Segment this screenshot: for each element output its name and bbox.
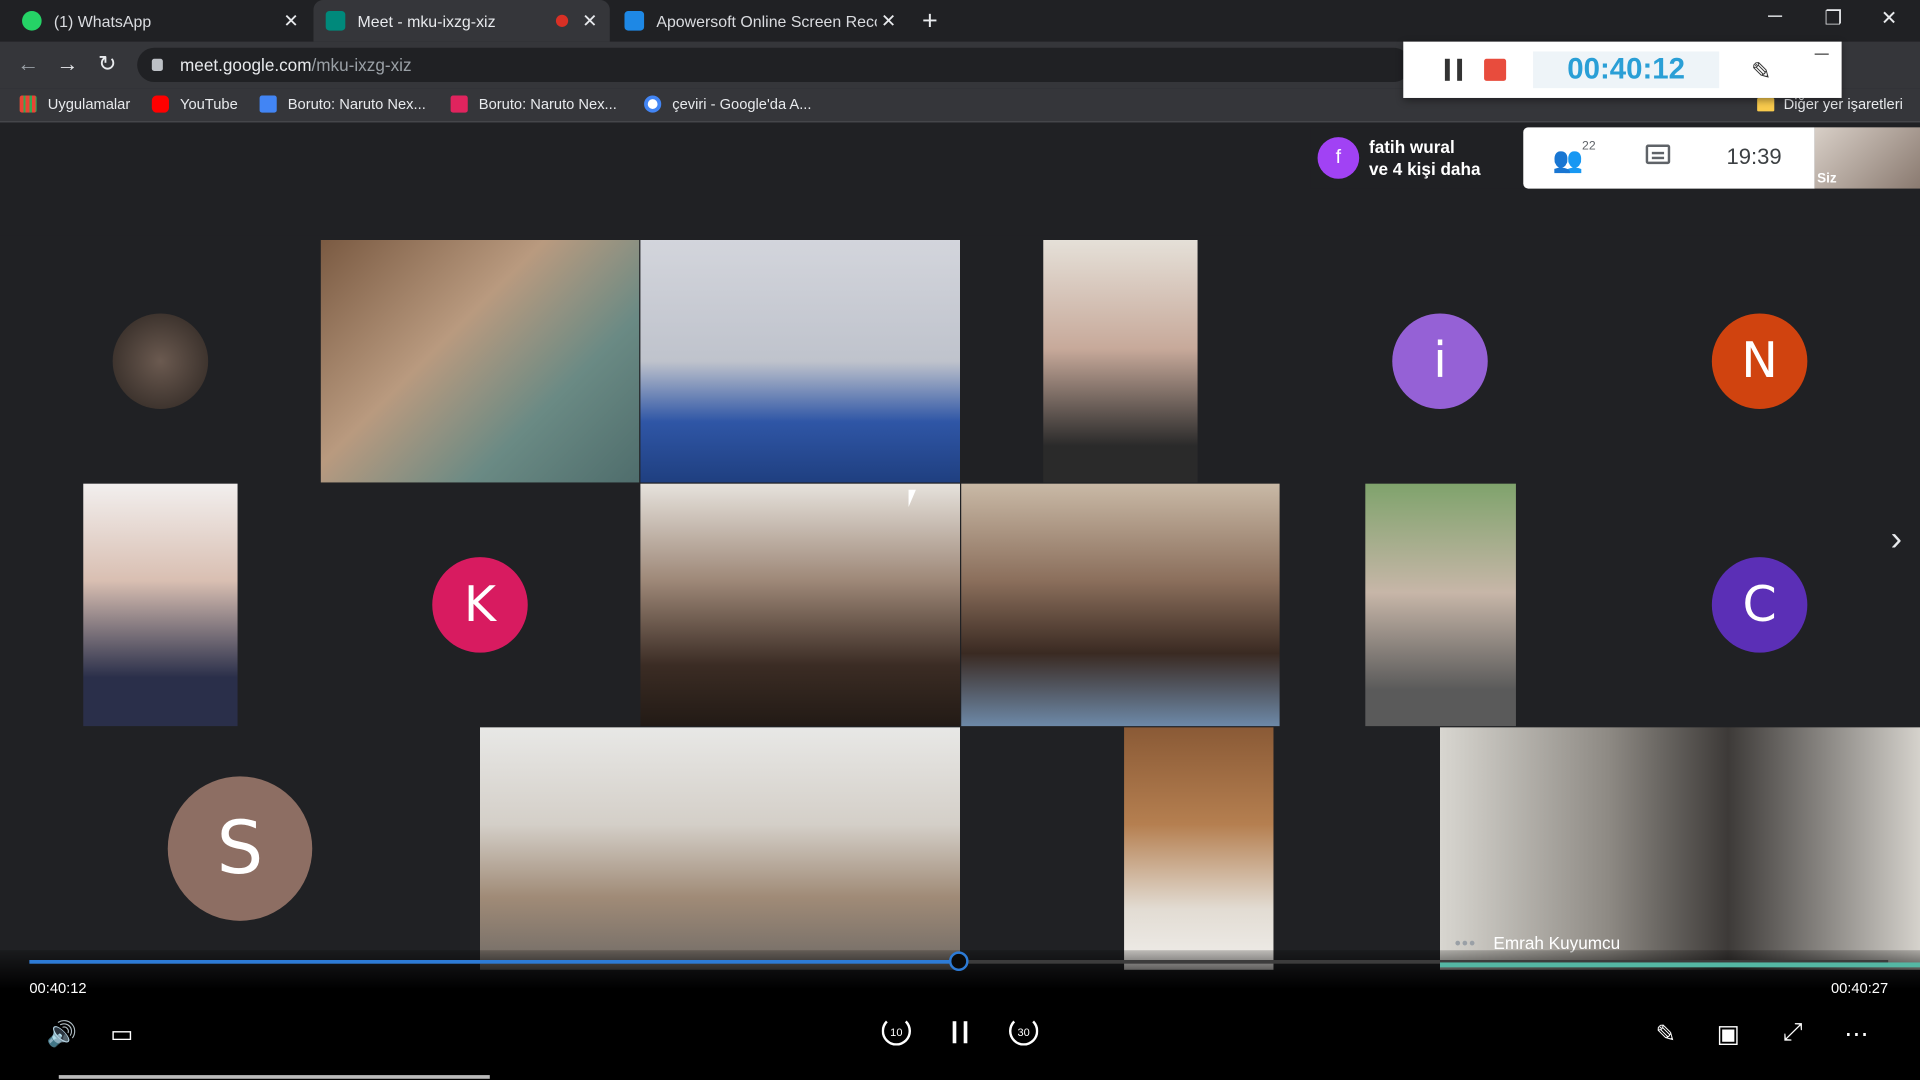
current-time: 00:40:12 <box>29 979 87 997</box>
video-player-controls: 00:40:12 00:40:27 🔊 ▭ 10 30 ✎ ▣ ⤢ ⋯ <box>0 950 1920 1080</box>
more-icon[interactable]: ⋯ <box>1844 1019 1868 1050</box>
fullscreen-icon[interactable]: ⤢ <box>1783 1019 1803 1047</box>
participant-video <box>1365 483 1516 727</box>
other-bookmarks-label: Diğer yer işaretleri <box>1783 95 1903 113</box>
presenter-info: f fatih wural ve 4 kişi daha <box>1310 127 1524 189</box>
google-icon <box>644 95 662 113</box>
meet-top-bar: f fatih wural ve 4 kişi daha 👥 22 19:39 … <box>0 122 1920 236</box>
participant-video <box>1124 727 1274 970</box>
whatsapp-icon <box>22 11 42 31</box>
participant-avatar-n: N <box>1711 313 1808 409</box>
participant-avatar-k: K <box>432 557 528 653</box>
tab-title: (1) WhatsApp <box>53 11 152 31</box>
stop-icon[interactable] <box>1484 58 1507 81</box>
screen-recorder-panel: 00:40:12 ✎ ─ <box>1403 41 1842 98</box>
new-tab-icon[interactable]: + <box>922 5 938 37</box>
tab-whatsapp[interactable]: (1) WhatsApp ✕ <box>10 0 311 42</box>
pause-icon[interactable] <box>1444 58 1463 81</box>
browser-tabstrip: (1) WhatsApp ✕ Meet - mku-ixzg-xiz ✕ Apo… <box>0 0 1920 42</box>
bookmark-label: YouTube <box>180 95 238 113</box>
presenter-more: ve 4 kişi daha <box>1368 159 1481 179</box>
close-icon[interactable]: ✕ <box>881 10 896 32</box>
participant-video <box>1043 240 1198 483</box>
participant-avatar-c: C <box>1711 557 1808 653</box>
restore-icon[interactable]: ❐ <box>1824 6 1842 30</box>
rewind-icon[interactable]: 10 <box>881 1016 912 1046</box>
bookmark-boruto-2[interactable]: Boruto: Naruto Nex... <box>450 95 617 113</box>
meet-icon <box>325 11 346 31</box>
bookmark-apps[interactable]: Uygulamalar <box>19 95 131 113</box>
meeting-clock: 19:39 <box>1726 144 1782 169</box>
bookmark-ceviri[interactable]: çeviri - Google'da A... <box>644 95 812 113</box>
forward-icon[interactable]: 30 <box>1008 1016 1039 1046</box>
close-icon[interactable]: ✕ <box>582 10 597 32</box>
screen-frame: (1) WhatsApp ✕ Meet - mku-ixzg-xiz ✕ Apo… <box>0 0 1920 1080</box>
back-icon[interactable]: ← <box>17 51 39 77</box>
lock-icon <box>151 58 163 72</box>
folder-icon <box>1756 97 1774 111</box>
bookmark-label: Boruto: Naruto Nex... <box>478 95 617 113</box>
forward-seconds: 30 <box>1017 1026 1030 1039</box>
participant-video <box>640 483 961 727</box>
bookmark-youtube[interactable]: YouTube <box>151 95 238 113</box>
participant-avatar-i: i <box>1392 313 1488 409</box>
miniplayer-icon[interactable]: ▣ <box>1717 1019 1740 1050</box>
participant-video <box>480 727 961 970</box>
apps-grid-icon <box>19 95 37 113</box>
volume-icon[interactable]: 🔊 <box>47 1019 77 1050</box>
recording-icon <box>555 14 569 27</box>
apowersoft-icon <box>624 11 645 31</box>
video-grid: i N K C › S <box>0 235 1920 970</box>
presenter-avatar: f <box>1317 137 1360 179</box>
participants-count: 22 <box>1582 139 1596 154</box>
tab-apowersoft[interactable]: Apowersoft Online Screen Recor ✕ <box>612 0 908 42</box>
participant-video <box>640 240 961 483</box>
close-icon[interactable]: ✕ <box>283 10 298 32</box>
self-label: Siz <box>1817 171 1837 187</box>
reload-icon[interactable]: ↻ <box>98 51 116 77</box>
presenter-name: fatih wural <box>1368 137 1455 157</box>
participant-photo-avatar <box>112 313 209 409</box>
window-close-icon[interactable]: ✕ <box>1881 6 1897 30</box>
participant-video <box>83 483 238 727</box>
next-page-chevron-icon[interactable]: › <box>1891 519 1902 558</box>
duration: 00:40:27 <box>1830 979 1889 997</box>
url-path: /mku-ixzg-xiz <box>311 55 412 75</box>
screen-root: (1) WhatsApp ✕ Meet - mku-ixzg-xiz ✕ Apo… <box>0 0 1920 1080</box>
seek-thumb[interactable] <box>948 951 969 972</box>
forward-icon[interactable]: → <box>56 51 78 77</box>
pause-icon[interactable] <box>952 1021 968 1044</box>
bookmark-label: Boruto: Naruto Nex... <box>287 95 426 113</box>
participant-video <box>320 240 640 483</box>
tab-title: Meet - mku-ixzg-xiz <box>357 11 496 31</box>
captions-icon[interactable]: ▭ <box>110 1019 133 1050</box>
other-bookmarks[interactable]: Diğer yer işaretleri <box>1756 95 1903 113</box>
bookmark-boruto-1[interactable]: Boruto: Naruto Nex... <box>259 95 426 113</box>
tab-title: Apowersoft Online Screen Recor <box>656 11 877 31</box>
taskbar-progress <box>58 1075 490 1079</box>
seek-progress <box>29 960 959 964</box>
bookmark-label: Uygulamalar <box>47 95 131 113</box>
minimize-recorder-icon[interactable]: ─ <box>1815 44 1829 66</box>
pen-icon[interactable]: ✎ <box>1751 56 1772 87</box>
youtube-icon <box>151 95 169 113</box>
participant-avatar-s: S <box>167 776 313 921</box>
rewind-seconds: 10 <box>890 1026 903 1039</box>
active-speaker-indicator <box>1440 962 1920 968</box>
edit-pen-icon[interactable]: ✎ <box>1656 1019 1677 1050</box>
people-icon[interactable]: 👥 <box>1553 144 1583 175</box>
address-bar[interactable]: meet.google.com /mku-ixzg-xiz <box>137 47 1411 83</box>
chat-icon[interactable] <box>1645 144 1671 165</box>
recording-timer: 00:40:12 <box>1533 51 1720 89</box>
bookmark-label: çeviri - Google'da A... <box>672 95 812 113</box>
mouse-cursor-icon <box>908 489 916 507</box>
tab-meet[interactable]: Meet - mku-ixzg-xiz ✕ <box>313 0 610 42</box>
minimize-icon[interactable]: ─ <box>1768 6 1782 28</box>
participant-video <box>961 483 1280 727</box>
boruto-icon <box>259 95 277 113</box>
self-view[interactable]: Siz <box>1814 127 1920 189</box>
italic-i-icon <box>450 95 468 113</box>
meet-controls: 👥 22 19:39 <box>1523 127 1815 189</box>
url-host: meet.google.com <box>180 55 312 75</box>
